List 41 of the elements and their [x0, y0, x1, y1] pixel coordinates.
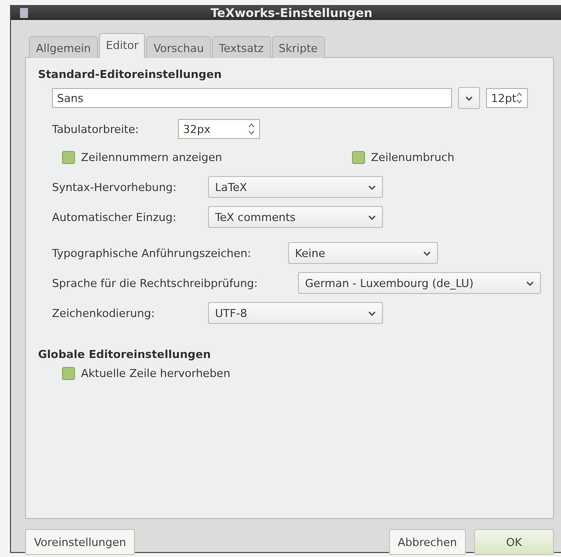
field-label: Syntax-Hervorhebung: — [52, 180, 178, 194]
checkbox-label: Aktuelle Zeile hervorheben — [81, 367, 230, 380]
dropdown[interactable]: German - Luxembourg (de_LU) — [298, 272, 541, 294]
dialog-button[interactable]: Abbrechen — [388, 529, 466, 555]
window-title: TeXworks-Einstellungen — [210, 6, 374, 20]
field-label: Sprache für die Rechtschreibprüfung: — [52, 276, 259, 290]
dropdown[interactable]: UTF-8 — [208, 302, 383, 324]
font-field[interactable]: Sans — [52, 88, 452, 108]
section-heading: Standard-Editoreinstellungen — [38, 68, 223, 81]
checkbox[interactable] — [62, 151, 75, 164]
spin-arrows-icon — [248, 122, 255, 136]
caret-icon — [368, 184, 376, 190]
tab[interactable]: Textsatz — [212, 36, 271, 58]
checkbox[interactable] — [352, 151, 365, 164]
tab[interactable]: Editor — [98, 33, 146, 58]
caret-icon — [368, 310, 376, 316]
caret-icon — [526, 280, 534, 286]
spin-arrows-icon — [516, 91, 523, 105]
app-icon — [19, 7, 29, 19]
field-label: Tabulatorbreite: — [52, 122, 140, 136]
caret-icon — [465, 96, 473, 100]
dropdown[interactable]: Keine — [288, 242, 438, 264]
checkbox-label: Zeilennummern anzeigen — [81, 151, 222, 164]
caret-icon — [368, 214, 376, 220]
dropdown[interactable]: LaTeX — [208, 176, 383, 198]
font-size-spinbox[interactable]: 12pt — [486, 88, 528, 108]
dialog-button[interactable]: Voreinstellungen — [25, 529, 136, 555]
dialog-button[interactable]: OK — [474, 529, 554, 555]
tab-width-spinbox[interactable]: 32px — [178, 119, 260, 139]
dropdown[interactable]: TeX comments — [208, 206, 383, 228]
tab[interactable]: Skripte — [272, 36, 325, 58]
checkbox-label: Zeilenumbruch — [371, 151, 454, 164]
caret-icon — [423, 250, 431, 256]
field-label: Automatischer Einzug: — [52, 210, 178, 224]
field-label: Zeichenkodierung: — [52, 306, 156, 320]
checkbox[interactable] — [62, 367, 75, 380]
tab[interactable]: Vorschau — [146, 36, 211, 58]
font-dropdown-button[interactable] — [458, 87, 480, 109]
tab[interactable]: Allgemein — [29, 36, 98, 58]
section-heading: Globale Editoreinstellungen — [38, 348, 212, 361]
field-label: Typographische Anführungszeichen: — [52, 246, 252, 260]
